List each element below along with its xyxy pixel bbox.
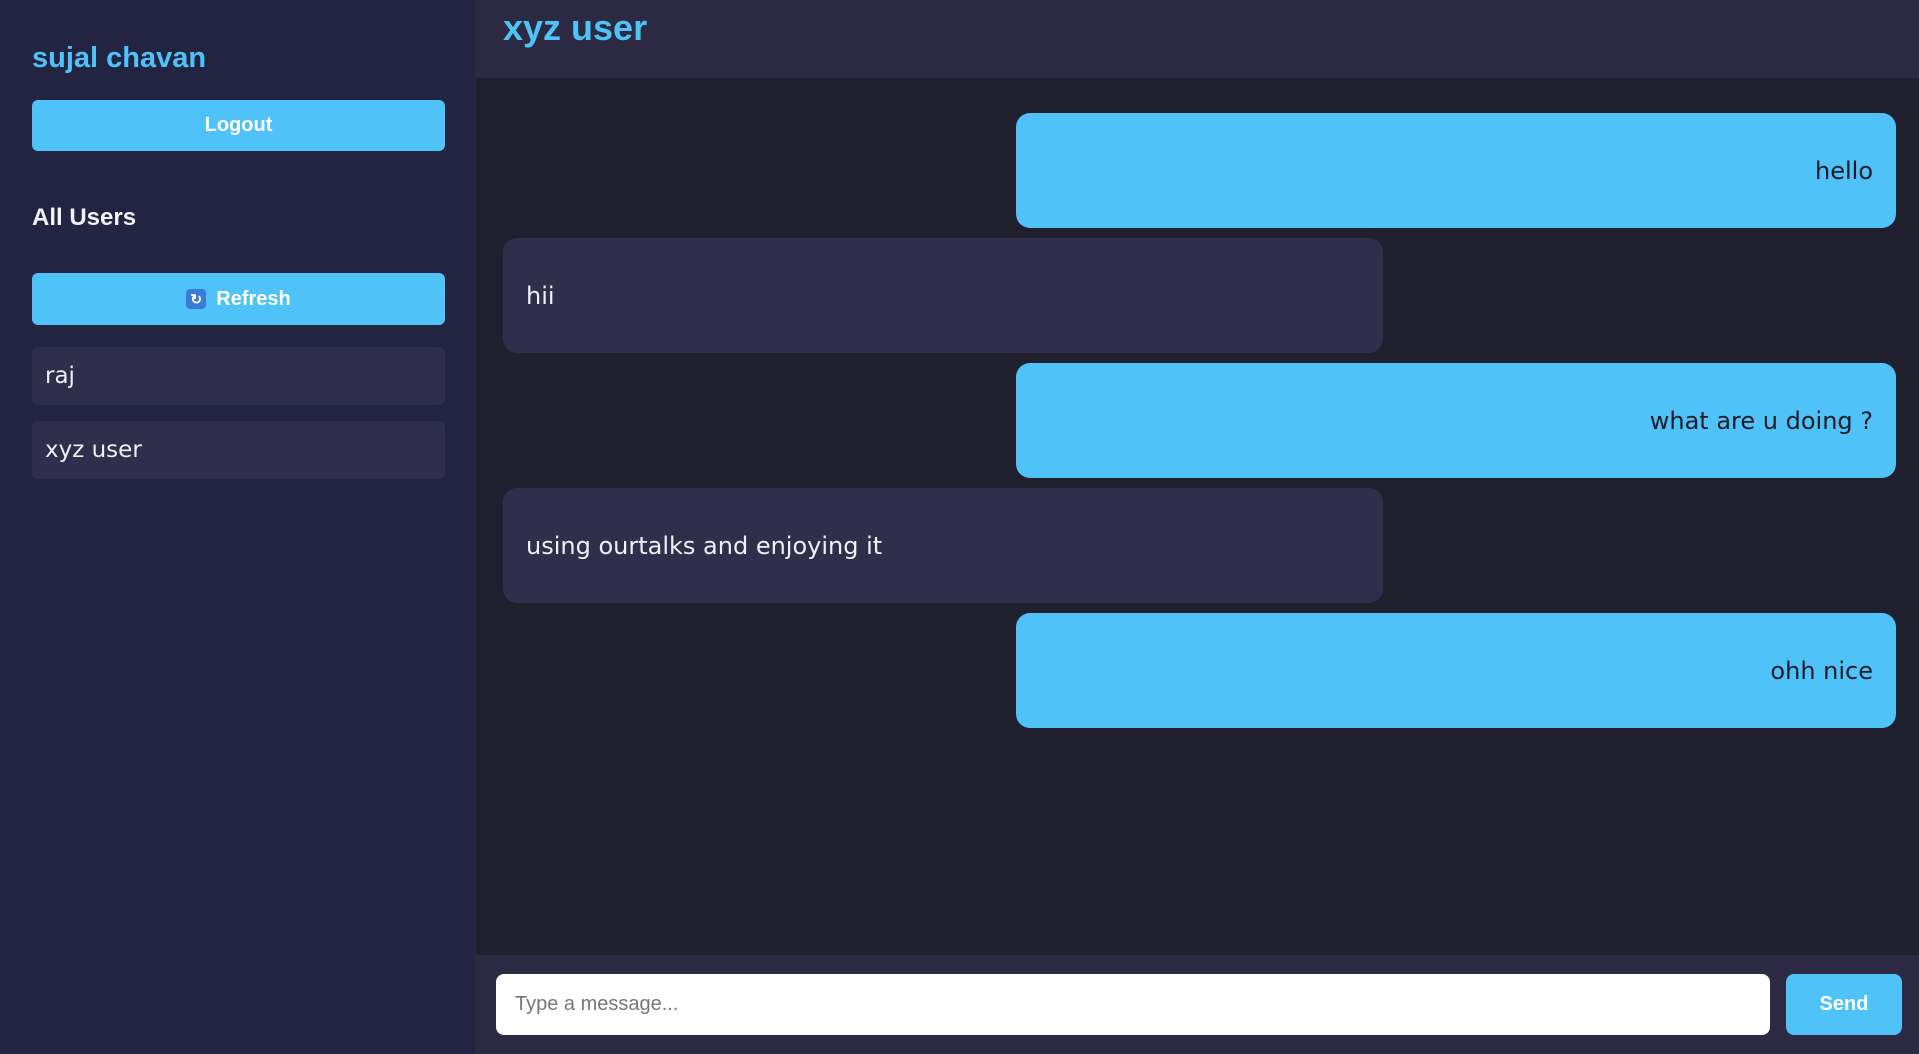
- user-list: raj xyz user: [32, 347, 445, 479]
- all-users-heading: All Users: [32, 204, 137, 231]
- message-bubble-sent: what are u doing ?: [1016, 363, 1896, 478]
- chat-title: xyz user: [503, 7, 648, 48]
- message-bubble-received: hii: [503, 238, 1383, 353]
- chat-header: xyz user: [476, 0, 1919, 78]
- refresh-label: Refresh: [216, 287, 291, 310]
- logout-button[interactable]: Logout: [32, 100, 445, 151]
- refresh-icon: ↻: [186, 289, 207, 309]
- user-item-xyz-user[interactable]: xyz user: [32, 421, 445, 479]
- message-bubble-sent: hello: [1016, 113, 1896, 228]
- refresh-button[interactable]: ↻ Refresh: [32, 273, 445, 325]
- message-bubble-sent: ohh nice: [1016, 613, 1896, 728]
- message-bubble-received: using ourtalks and enjoying it: [503, 488, 1383, 603]
- chat-panel: xyz user hello hii what are u doing ? us…: [476, 0, 1919, 1054]
- message-list[interactable]: hello hii what are u doing ? using ourta…: [476, 78, 1919, 955]
- send-button[interactable]: Send: [1786, 974, 1902, 1035]
- message-input[interactable]: [496, 974, 1770, 1035]
- sidebar: sujal chavan Logout All Users ↻ Refresh …: [0, 0, 476, 1054]
- message-composer: Send: [476, 955, 1919, 1054]
- chat-app: sujal chavan Logout All Users ↻ Refresh …: [0, 0, 1919, 1054]
- current-user-name: sujal chavan: [32, 42, 207, 74]
- user-item-raj[interactable]: raj: [32, 347, 445, 405]
